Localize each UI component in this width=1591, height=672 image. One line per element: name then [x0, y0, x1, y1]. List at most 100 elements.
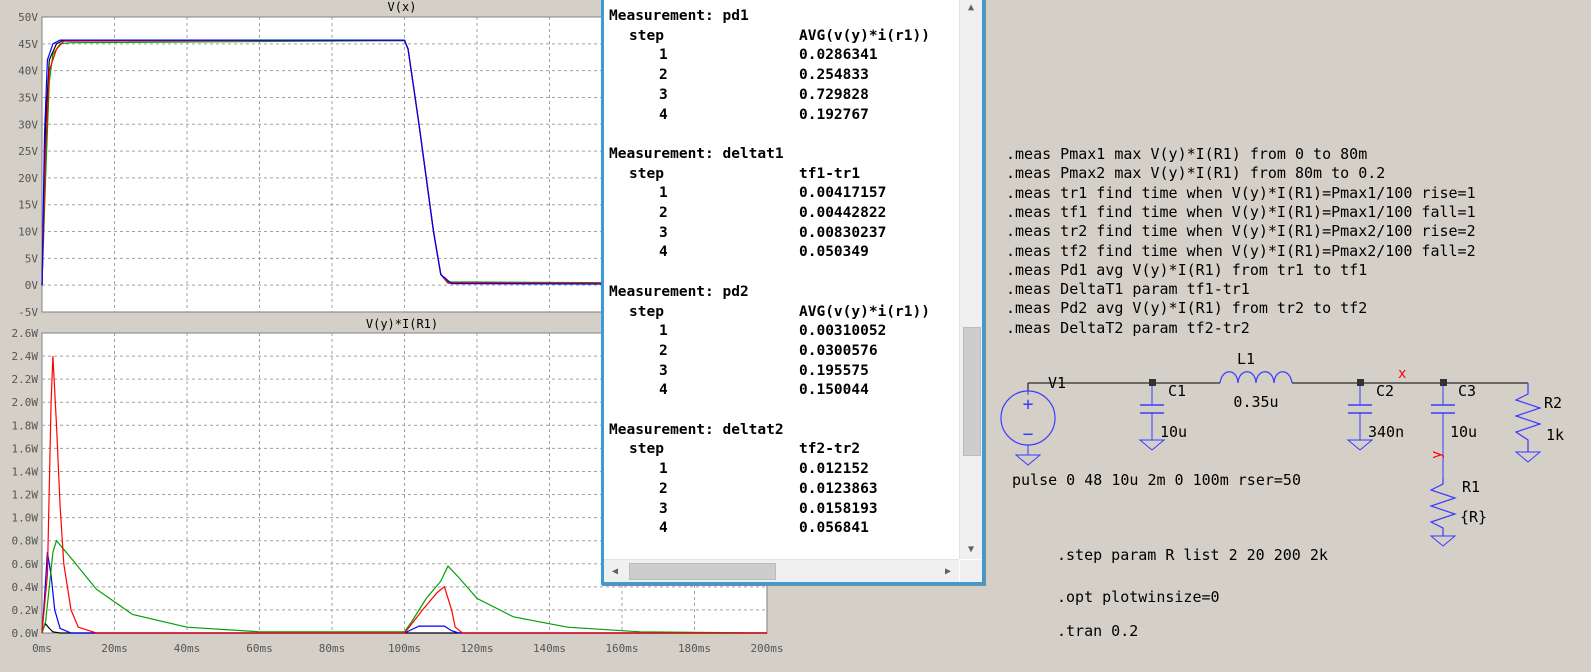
step-number: 4	[659, 520, 668, 537]
measurement-log[interactable]: Measurement: pd1 step AVG(v(y)*i(r1)) 1 0.02…	[609, 7, 954, 552]
measurement-value: 0.0158193	[799, 500, 878, 517]
step-number: 3	[659, 224, 668, 241]
measurement-block: Measurement: pd1 step AVG(v(y)*i(r1)) 1 0.02…	[609, 7, 954, 125]
v1-label: V1	[1048, 374, 1066, 392]
measurement-header: Measurement: deltat1	[609, 145, 784, 162]
column-step-label: step	[629, 165, 664, 182]
measurement-row: 2 0.254833	[609, 66, 954, 86]
y-tick-label: 2.6W	[12, 327, 39, 340]
bottom-plot-y-ticks: 2.6W 2.4W 2.2W 2.0W 1.8W 1.6W 1.4W 1.2W 1.0W 0.8W…	[12, 327, 39, 640]
v1-value[interactable]: pulse 0 48 10u 2m 0 100m rser=50	[1012, 471, 1301, 489]
measurement-column-header: step AVG(v(y)*i(r1))	[609, 27, 954, 47]
measurement-header: Measurement: deltat2	[609, 421, 784, 438]
resistor-r2[interactable]	[1514, 383, 1542, 463]
y-tick-label: 2.2W	[12, 373, 39, 386]
measurement-value: 0.0300576	[799, 342, 878, 359]
y-tick-label: 10V	[18, 226, 38, 239]
l1-value[interactable]: 0.35u	[1233, 393, 1278, 411]
measurement-column-header: step AVG(v(y)*i(r1))	[609, 303, 954, 323]
measurement-column-header: step tf1-tr1	[609, 165, 954, 185]
x-tick-label: 40ms	[174, 642, 201, 655]
measurement-row: 4 0.056841	[609, 519, 954, 539]
x-tick-label: 80ms	[319, 642, 346, 655]
y-tick-label: 0.0W	[12, 627, 39, 640]
x-tick-label: 180ms	[678, 642, 711, 655]
measurement-output-window[interactable]: Measurement: pd1 step AVG(v(y)*i(r1)) 1 0.02…	[601, 0, 985, 585]
r2-value[interactable]: 1k	[1546, 426, 1564, 444]
net-label-y[interactable]: y	[1429, 451, 1445, 459]
measurement-row: 3 0.00830237	[609, 224, 954, 244]
vertical-scrollbar[interactable]: ▲ ▼	[959, 0, 982, 559]
scroll-down-arrow-icon[interactable]: ▼	[961, 539, 981, 559]
column-step-label: step	[629, 27, 664, 44]
measurement-row: 1 0.00310052	[609, 322, 954, 342]
x-tick-label: 100ms	[388, 642, 421, 655]
scroll-left-arrow-icon[interactable]: ◀	[605, 561, 625, 581]
y-tick-label: 15V	[18, 199, 38, 212]
measurement-header: Measurement: pd2	[609, 283, 749, 300]
measurement-value: 0.00417157	[799, 185, 887, 202]
y-tick-label: 50V	[18, 11, 38, 24]
step-number: 4	[659, 382, 668, 399]
y-tick-label: 35V	[18, 91, 38, 104]
y-tick-label: 25V	[18, 145, 38, 158]
scroll-right-arrow-icon[interactable]: ▶	[938, 561, 958, 581]
voltage-source-v1[interactable]: + −	[1000, 390, 1056, 466]
x-tick-label: 160ms	[605, 642, 638, 655]
measurement-row: 4 0.150044	[609, 381, 954, 401]
measurement-row: 2 0.0300576	[609, 342, 954, 362]
column-step-label: step	[629, 441, 664, 458]
y-tick-label: 0.8W	[12, 535, 39, 548]
measurement-block: Measurement: deltat1 step tf1-tr1 1 0.004171…	[609, 145, 954, 263]
horizontal-scrollbar[interactable]: ◀ ▶	[604, 559, 959, 582]
y-tick-label: 1.0W	[12, 512, 39, 525]
r1-label: R1	[1462, 478, 1480, 496]
measurement-value: 0.056841	[799, 520, 869, 537]
step-directive[interactable]: .step param R list 2 20 200 2k	[1057, 546, 1328, 564]
measurement-value: 0.729828	[799, 86, 869, 103]
c1-value[interactable]: 10u	[1160, 423, 1187, 441]
step-number: 1	[659, 461, 668, 478]
y-tick-label: 30V	[18, 118, 38, 131]
measurement-column-header: step tf2-tr2	[609, 440, 954, 460]
measurement-value: 0.050349	[799, 244, 869, 261]
vertical-scroll-thumb[interactable]	[963, 327, 981, 456]
c2-value[interactable]: 340n	[1368, 423, 1404, 441]
step-number: 2	[659, 342, 668, 359]
x-tick-label: 0ms	[32, 642, 52, 655]
measurement-value: 0.0286341	[799, 47, 878, 64]
inductor-l1[interactable]	[1219, 371, 1293, 384]
x-tick-label: 20ms	[101, 642, 128, 655]
measurement-row: 2 0.00442822	[609, 204, 954, 224]
resistor-r1[interactable]	[1429, 478, 1457, 547]
tran-directive[interactable]: .tran 0.2	[1057, 622, 1138, 640]
r1-value[interactable]: {R}	[1460, 508, 1487, 526]
measurement-block: Measurement: pd2 step AVG(v(y)*i(r1)) 1 0.00…	[609, 283, 954, 401]
y-tick-label: 0V	[25, 279, 39, 292]
horizontal-scroll-thumb[interactable]	[629, 563, 776, 580]
net-label-x[interactable]: x	[1398, 366, 1406, 382]
column-step-label: step	[629, 303, 664, 320]
measurement-value: 0.195575	[799, 362, 869, 379]
top-plot-title: V(x)	[388, 0, 417, 14]
measurement-value: 0.254833	[799, 67, 869, 84]
step-number: 1	[659, 47, 668, 64]
y-tick-label: 1.8W	[12, 419, 39, 432]
column-expression-label: tf1-tr1	[799, 165, 861, 182]
column-expression-label: AVG(v(y)*i(r1))	[799, 303, 930, 320]
scrollbar-corner	[960, 560, 982, 582]
opt-directive[interactable]: .opt plotwinsize=0	[1057, 588, 1220, 606]
y-tick-label: 2.4W	[12, 350, 39, 363]
column-expression-label: AVG(v(y)*i(r1))	[799, 27, 930, 44]
step-number: 4	[659, 106, 668, 123]
bottom-plot-title: V(y)*I(R1)	[366, 317, 438, 331]
x-tick-label: 60ms	[246, 642, 273, 655]
measurement-value: 0.0123863	[799, 480, 878, 497]
y-tick-label: -5V	[18, 306, 38, 319]
scroll-up-arrow-icon[interactable]: ▲	[961, 0, 981, 17]
c1-label: C1	[1168, 382, 1186, 400]
y-tick-label: 20V	[18, 172, 38, 185]
step-number: 4	[659, 244, 668, 261]
c3-value[interactable]: 10u	[1450, 423, 1477, 441]
y-tick-label: 2.0W	[12, 396, 39, 409]
